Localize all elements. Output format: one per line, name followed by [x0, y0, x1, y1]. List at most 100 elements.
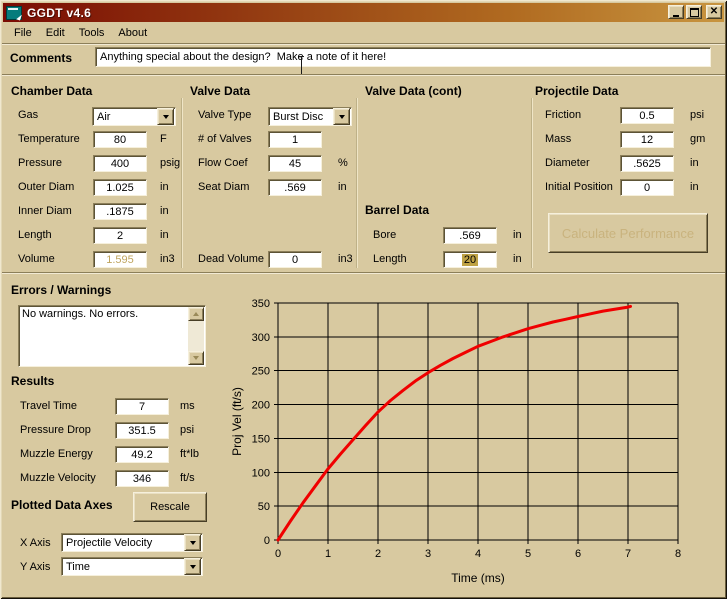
field-outer-diam[interactable]: 1.025 — [93, 179, 147, 196]
field-of-valves[interactable]: 1 — [268, 131, 322, 148]
y-tick-label: 200 — [252, 400, 270, 412]
comments-input[interactable] — [95, 47, 711, 67]
unit-muzzle-velocity: ft/s — [180, 472, 195, 484]
menu-file[interactable]: File — [7, 24, 39, 42]
unit-temperature: F — [160, 133, 167, 145]
unit-bore: in — [513, 229, 522, 241]
section-title-projectile-data: Projectile Data — [535, 84, 619, 98]
x-axis-dropdown-button[interactable] — [184, 534, 201, 551]
field-value-travel-time: 7 — [138, 400, 146, 413]
y-axis-select[interactable]: Time — [61, 557, 203, 576]
field-mass[interactable]: 12 — [620, 131, 674, 148]
field-length[interactable]: 2 — [93, 227, 147, 244]
field-muzzle-energy[interactable]: 49.2 — [115, 446, 169, 463]
calculate-performance-button[interactable]: Calculate Performance — [548, 213, 708, 253]
unit-seat-diam: in — [338, 181, 347, 193]
field-value-muzzle-velocity: 346 — [132, 472, 152, 485]
x-tick-label: 0 — [275, 548, 281, 560]
scroll-down-icon — [193, 356, 199, 360]
rescale-button[interactable]: Rescale — [133, 492, 207, 522]
unit-pressure-drop: psi — [180, 424, 195, 436]
field-initial-position[interactable]: 0 — [620, 179, 674, 196]
field-value-temperature: 80 — [113, 133, 127, 146]
close-icon: ✕ — [709, 6, 719, 17]
field-diameter[interactable]: .5625 — [620, 155, 674, 172]
y-axis-dropdown-button[interactable] — [184, 558, 201, 575]
label-travel-time: Travel Time — [20, 400, 78, 412]
dropdown-button-valve-type[interactable] — [333, 108, 350, 125]
minimize-button[interactable] — [668, 5, 684, 19]
field-dead-volume[interactable]: 0 — [268, 251, 322, 268]
label-friction: Friction — [545, 109, 582, 121]
label-mass: Mass — [545, 133, 572, 145]
field-pressure-drop[interactable]: 351.5 — [115, 422, 169, 439]
dropdown-button-gas[interactable] — [157, 108, 174, 125]
select-valve-type[interactable]: Burst Disc — [268, 107, 352, 126]
label-pressure-drop: Pressure Drop — [20, 424, 91, 436]
chart-x-axis-title: Time (ms) — [451, 571, 505, 585]
menu-edit[interactable]: Edit — [39, 24, 72, 42]
menu-about[interactable]: About — [111, 24, 154, 42]
label-gas: Gas — [18, 109, 39, 121]
label-length: Length — [373, 253, 407, 265]
field-value-dead-volume: 0 — [291, 253, 299, 266]
field-travel-time[interactable]: 7 — [115, 398, 169, 415]
label-inner-diam: Inner Diam — [18, 205, 72, 217]
x-tick-label: 5 — [525, 548, 531, 560]
label-initial-position: Initial Position — [545, 181, 613, 193]
x-tick-label: 4 — [475, 548, 481, 560]
field-temperature[interactable]: 80 — [93, 131, 147, 148]
field-value-length: 2 — [116, 229, 124, 242]
field-value-seat-diam: .569 — [284, 181, 306, 194]
y-tick-label: 350 — [252, 298, 270, 310]
field-volume: 1.595 — [93, 251, 147, 268]
chevron-down-icon — [338, 114, 345, 119]
scroll-up-button[interactable] — [188, 307, 204, 321]
close-button[interactable]: ✕ — [706, 5, 722, 19]
field-value-inner-diam: .1875 — [106, 205, 134, 218]
label-length: Length — [18, 229, 52, 241]
menu-tools[interactable]: Tools — [72, 24, 112, 42]
y-tick-label: 100 — [252, 467, 270, 479]
label-muzzle-velocity: Muzzle Velocity — [20, 472, 96, 484]
x-tick-label: 2 — [375, 548, 381, 560]
y-tick-label: 250 — [252, 366, 270, 378]
field-value-bore: .569 — [459, 229, 481, 242]
unit-outer-diam: in — [160, 181, 169, 193]
section-title-barrel-data: Barrel Data — [365, 203, 430, 217]
field-value-outer-diam: 1.025 — [106, 181, 134, 194]
field-value-length: 20 — [461, 253, 479, 266]
form-separator — [2, 272, 725, 274]
comments-label: Comments — [10, 51, 73, 65]
scroll-down-button[interactable] — [188, 351, 204, 365]
x-axis-select[interactable]: Projectile Velocity — [61, 533, 203, 552]
select-value-gas: Air — [97, 110, 111, 123]
plotted-data-axes-title: Plotted Data Axes — [11, 498, 113, 512]
errors-scrollbar[interactable] — [188, 307, 204, 365]
y-axis-select-value: Time — [66, 560, 91, 573]
field-inner-diam[interactable]: .1875 — [93, 203, 147, 220]
section-results: Results Travel Time 7 ms Pressure Drop 351.5 p… — [8, 372, 218, 492]
maximize-button[interactable] — [686, 5, 702, 19]
field-seat-diam[interactable]: .569 — [268, 179, 322, 196]
unit-length: in — [513, 253, 522, 265]
unit-dead-volume: in3 — [338, 253, 353, 265]
label-muzzle-energy: Muzzle Energy — [20, 448, 93, 460]
unit-diameter: in — [690, 157, 699, 169]
section-title-results: Results — [11, 374, 55, 388]
select-gas[interactable]: Air — [92, 107, 176, 126]
field-length[interactable]: 20 — [443, 251, 497, 268]
field-flow-coef[interactable]: 45 — [268, 155, 322, 172]
field-value-friction: 0.5 — [639, 109, 655, 122]
field-muzzle-velocity[interactable]: 346 — [115, 470, 169, 487]
select-value-valve-type: Burst Disc — [273, 110, 324, 123]
field-pressure[interactable]: 400 — [93, 155, 147, 172]
x-axis-select-value: Projectile Velocity — [66, 536, 153, 549]
unit-volume: in3 — [160, 253, 175, 265]
field-friction[interactable]: 0.5 — [620, 107, 674, 124]
chevron-down-icon — [162, 114, 169, 119]
section-valve-data: Valve Data Valve Type Burst Disc # of Valve… — [188, 82, 358, 272]
label-dead-volume: Dead Volume — [198, 253, 265, 265]
field-bore[interactable]: .569 — [443, 227, 497, 244]
x-tick-label: 1 — [325, 548, 331, 560]
